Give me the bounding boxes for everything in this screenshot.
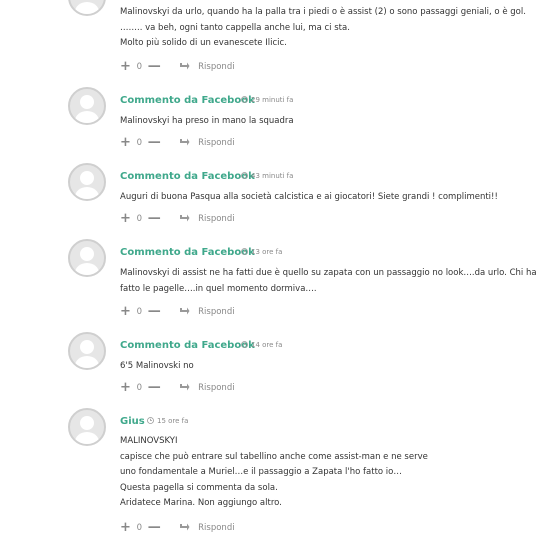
comment-text: Malinovskyi ha preso in mano la squadra: [120, 114, 294, 130]
comment-text: Auguri di buona Pasqua alla società calc…: [120, 190, 498, 206]
time-label: 13 ore fa: [251, 248, 283, 256]
comment-line: Malinovskyi da urlo, quando ha la palla …: [120, 7, 526, 17]
comment-line: Malinovskyi ha preso in mano la squadra: [120, 116, 294, 126]
avatar: [68, 332, 106, 370]
upvote-button[interactable]: +: [120, 136, 131, 149]
vote-count: 0: [136, 383, 143, 393]
reply-button[interactable]: Rispondi: [198, 62, 234, 72]
clock-icon: [241, 96, 248, 105]
reply-button[interactable]: Rispondi: [198, 214, 234, 224]
time-label: 43 minuti fa: [251, 172, 294, 180]
comment-line: Aridatece Marina. Non aggiungo altro.: [120, 498, 282, 508]
time-label: 15 ore fa: [157, 417, 189, 425]
upvote-button[interactable]: +: [120, 521, 131, 534]
vote-count: 0: [136, 523, 143, 533]
comment-line: Malinovskyi di assist ne ha fatti due è …: [120, 268, 537, 278]
comment-line: 6'5 Malinovski no: [120, 361, 194, 371]
downvote-button[interactable]: —: [148, 305, 161, 318]
comment-actions: + 0 — Rispondi: [120, 381, 235, 394]
comment-line: fatto le pagelle….in quel momento dormiv…: [120, 283, 317, 294]
comment-text: 6'5 Malinovski no: [120, 359, 194, 375]
comment-timestamp: 14 ore fa: [241, 341, 282, 350]
reply-icon[interactable]: [179, 62, 190, 73]
comment-actions: + 0 — Rispondi: [120, 136, 235, 149]
avatar: [68, 0, 106, 16]
downvote-button[interactable]: —: [148, 212, 161, 225]
reply-icon[interactable]: [179, 383, 190, 394]
clock-icon: [147, 417, 154, 426]
downvote-button[interactable]: —: [148, 136, 161, 149]
reply-button[interactable]: Rispondi: [198, 523, 234, 533]
comment-line: Questa pagella si commenta da sola.: [120, 482, 278, 493]
vote-count: 0: [136, 307, 143, 317]
reply-icon[interactable]: [179, 138, 190, 149]
comment-author[interactable]: Gius: [120, 416, 145, 427]
upvote-button[interactable]: +: [120, 212, 131, 225]
comment-timestamp: 43 minuti fa: [241, 172, 293, 181]
comment-author[interactable]: Commento da Facebook: [120, 171, 255, 182]
clock-icon: [241, 172, 248, 181]
comment-author[interactable]: Commento da Facebook: [120, 340, 255, 351]
reply-icon[interactable]: [179, 523, 190, 534]
upvote-button[interactable]: +: [120, 305, 131, 318]
downvote-button[interactable]: —: [148, 381, 161, 394]
comment-line: …….. va beh, ogni tanto cappella anche l…: [120, 22, 350, 33]
comment-text: Malinovskyi di assist ne ha fatti due è …: [120, 266, 537, 297]
comment-line: Auguri di buona Pasqua alla società calc…: [120, 192, 498, 202]
comment-actions: + 0 — Rispondi: [120, 521, 235, 534]
reply-button[interactable]: Rispondi: [198, 307, 234, 317]
comment-actions: + 0 — Rispondi: [120, 212, 235, 225]
comment-line: capisce che può entrare sul tabellino an…: [120, 451, 428, 462]
reply-icon[interactable]: [179, 307, 190, 318]
upvote-button[interactable]: +: [120, 381, 131, 394]
avatar: [68, 239, 106, 277]
comment-line: Molto più solido di un evanescete Ilicic…: [120, 38, 287, 48]
clock-icon: [241, 248, 248, 257]
comment-author[interactable]: Commento da Facebook: [120, 247, 255, 258]
vote-count: 0: [136, 138, 143, 148]
reply-button[interactable]: Rispondi: [198, 383, 234, 393]
time-label: 14 ore fa: [251, 341, 283, 349]
comment-timestamp: 29 minuti fa: [241, 96, 293, 105]
downvote-button[interactable]: —: [148, 60, 161, 73]
comment-actions: + 0 — Rispondi: [120, 60, 235, 73]
avatar: [68, 163, 106, 201]
upvote-button[interactable]: +: [120, 60, 131, 73]
comment-text: Malinovskyi da urlo, quando ha la palla …: [120, 5, 526, 52]
comment-line: MALINOVSKYI: [120, 436, 178, 446]
comment-text: MALINOVSKYI capisce che può entrare sul …: [120, 434, 428, 512]
reply-button[interactable]: Rispondi: [198, 138, 234, 148]
avatar: [68, 408, 106, 446]
vote-count: 0: [136, 214, 143, 224]
time-label: 29 minuti fa: [251, 96, 294, 104]
comment-actions: + 0 — Rispondi: [120, 305, 235, 318]
avatar: [68, 87, 106, 125]
reply-icon[interactable]: [179, 214, 190, 225]
vote-count: 0: [136, 62, 143, 72]
clock-icon: [241, 341, 248, 350]
comment-line: uno fondamentale a Muriel…e il passaggio…: [120, 467, 402, 477]
downvote-button[interactable]: —: [148, 521, 161, 534]
comment-timestamp: 15 ore fa: [147, 417, 188, 426]
comment-author[interactable]: Commento da Facebook: [120, 95, 255, 106]
comment-timestamp: 13 ore fa: [241, 248, 282, 257]
